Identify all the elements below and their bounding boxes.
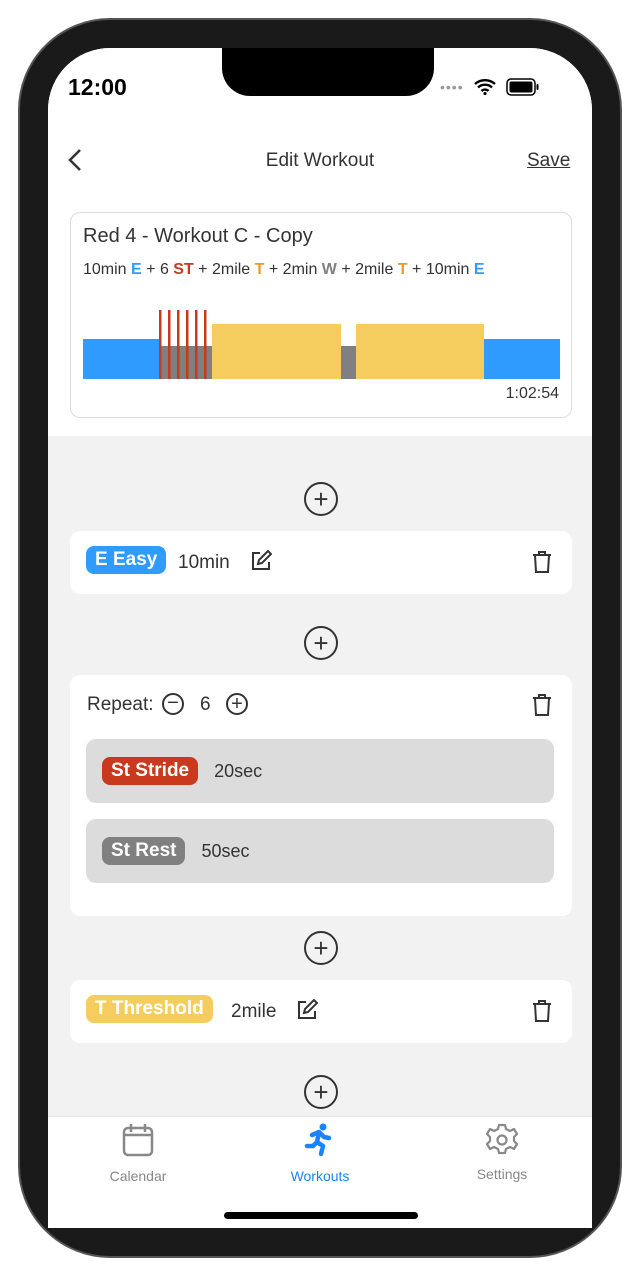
stride-duration: 20sec xyxy=(214,760,263,781)
substep-rest[interactable]: St Rest 50sec xyxy=(86,819,554,883)
chart-segment-stride xyxy=(195,310,198,379)
tab-label: Workouts xyxy=(290,1168,350,1184)
chart-segment-stride xyxy=(168,310,171,379)
chart-segment-threshold xyxy=(356,324,484,379)
chart-segment-easy xyxy=(484,339,560,379)
step-repeat: Repeat: − 6 + St Stride 20sec St Rest 50… xyxy=(70,675,572,916)
add-step-button[interactable]: + xyxy=(304,626,338,660)
tab-workouts[interactable]: Workouts xyxy=(260,1123,380,1184)
chart-segment-easy xyxy=(83,339,159,379)
increment-button[interactable]: + xyxy=(226,693,248,715)
threshold-distance: 2mile xyxy=(231,1001,277,1022)
add-step-button[interactable]: + xyxy=(304,1075,338,1109)
repeat-label: Repeat: xyxy=(87,694,154,715)
edit-icon[interactable] xyxy=(250,549,273,577)
threshold-badge: T Threshold xyxy=(86,995,213,1023)
trash-icon[interactable] xyxy=(532,999,552,1029)
stride-badge: St Stride xyxy=(102,757,199,785)
tab-calendar[interactable]: Calendar xyxy=(78,1123,198,1184)
gear-icon xyxy=(485,1123,519,1155)
easy-duration: 10min xyxy=(178,552,230,573)
decrement-button[interactable]: − xyxy=(162,693,184,715)
substep-stride[interactable]: St Stride 20sec xyxy=(86,739,554,803)
running-icon xyxy=(304,1123,332,1157)
status-time: 12:00 xyxy=(68,74,127,100)
home-indicator xyxy=(224,1212,418,1219)
workout-summary-card: Red 4 - Workout C - Copy 10min E + 6 ST … xyxy=(70,212,572,418)
chart-segment-threshold xyxy=(212,324,341,379)
chart-segment-stride xyxy=(186,310,189,379)
total-time: 1:02:54 xyxy=(505,385,559,402)
signal-icon: •••• xyxy=(440,79,464,95)
tab-label: Calendar xyxy=(109,1168,167,1184)
trash-icon[interactable] xyxy=(532,693,552,723)
step-threshold: T Threshold 2mile xyxy=(70,980,572,1043)
add-step-button[interactable]: + xyxy=(304,931,338,965)
battery-icon xyxy=(505,78,539,96)
rest-badge: St Rest xyxy=(102,837,186,865)
wifi-icon xyxy=(473,79,496,95)
repeat-count: 6 xyxy=(200,694,211,715)
save-button[interactable]: Save xyxy=(527,150,570,172)
chart-segment-stride xyxy=(177,310,180,379)
easy-badge: E Easy xyxy=(86,546,167,574)
rest-duration: 50sec xyxy=(201,840,250,861)
chart-segment-stride xyxy=(204,310,207,379)
chart-segment-stride xyxy=(159,310,162,379)
step-easy: E Easy 10min xyxy=(70,531,572,594)
trash-icon[interactable] xyxy=(532,550,552,580)
chart-segment-walk xyxy=(341,346,356,379)
workout-chart xyxy=(83,310,560,379)
edit-icon[interactable] xyxy=(296,998,319,1026)
notch xyxy=(222,48,434,96)
tab-settings[interactable]: Settings xyxy=(442,1123,562,1182)
status-icons: •••• xyxy=(440,78,540,96)
calendar-icon xyxy=(122,1124,154,1157)
tab-label: Settings xyxy=(476,1166,528,1182)
add-step-button[interactable]: + xyxy=(304,482,338,516)
